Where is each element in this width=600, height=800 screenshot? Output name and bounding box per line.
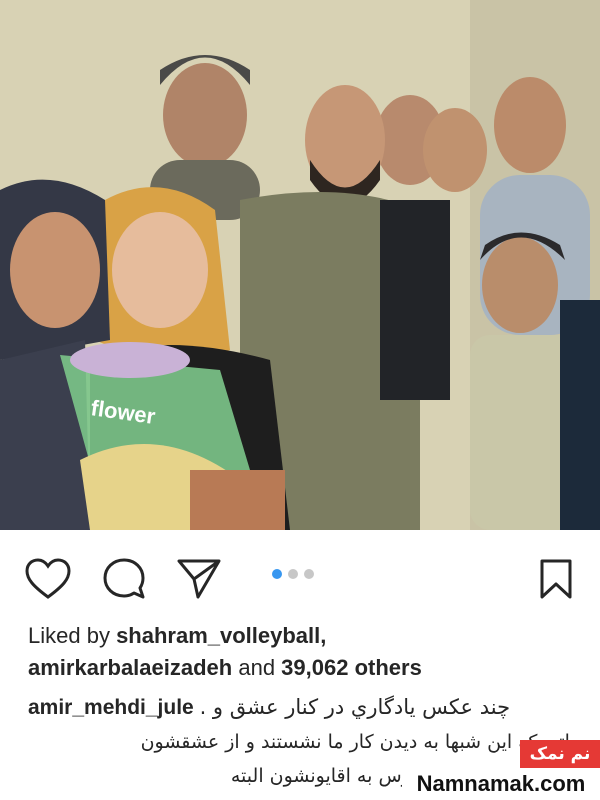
comment-bubble-icon [103, 558, 145, 599]
caption-username[interactable]: amir_mehdi_jule [28, 696, 194, 719]
carousel-indicator [272, 569, 314, 579]
caption-line-2: ...اتي که اين شبها به ديدن کار ما نشستند… [140, 731, 588, 753]
save-button[interactable] [532, 555, 580, 603]
watermark-site: Namnamak.com [402, 768, 600, 800]
caption-line-1: amir_mehdi_jule چند عکس يادگاري در کنار … [28, 690, 588, 725]
comment-button[interactable] [100, 555, 148, 603]
share-button[interactable] [175, 555, 223, 603]
carousel-dot [304, 569, 314, 579]
post-photo[interactable]: flower [0, 0, 600, 530]
carousel-dot [288, 569, 298, 579]
likes-count[interactable]: 39,062 others [281, 655, 422, 680]
likes-summary: Liked by shahram_volleyball, amirkarbala… [28, 620, 588, 684]
likes-separator: , [320, 623, 327, 648]
post-action-bar [0, 530, 600, 620]
bookmark-outline-icon [540, 559, 572, 599]
heart-outline-icon [25, 558, 71, 599]
caption-text: چند عکس يادگاري در کنار عشق و . [199, 695, 511, 719]
likes-prefix: Liked by [28, 623, 117, 648]
liker-username[interactable]: shahram_volleyball [116, 623, 320, 648]
liker-username[interactable]: amirkarbalaeizadeh [28, 655, 232, 680]
likes-mid: and [232, 655, 282, 680]
watermark-logo-label: نم نمک [520, 740, 600, 768]
like-button[interactable] [24, 555, 72, 603]
carousel-dot-active [272, 569, 282, 579]
paper-plane-icon [177, 559, 221, 599]
group-photo-illustration: flower [0, 0, 600, 530]
